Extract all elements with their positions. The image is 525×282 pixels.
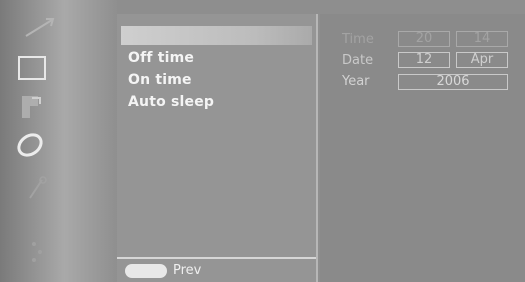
menu-divider [117, 257, 316, 259]
figure-icon[interactable] [18, 92, 44, 122]
menu-panel: Off time On time Auto sleep Prev [117, 14, 318, 282]
menu-item-off-time[interactable]: Off time [128, 50, 194, 66]
prev-label: Prev [173, 263, 202, 278]
menu-item-on-time[interactable]: On time [128, 72, 192, 88]
picture-icon[interactable] [18, 56, 46, 80]
year-label: Year [342, 74, 370, 89]
minute-field[interactable]: 14 [456, 31, 508, 47]
date-label: Date [342, 53, 374, 68]
key-icon[interactable] [24, 174, 50, 202]
prev-button[interactable] [125, 264, 167, 278]
menu-item-selected[interactable] [121, 26, 312, 45]
day-field[interactable]: 12 [398, 52, 450, 68]
settings-panel: Time Date Year 20 14 12 Apr 2006 [320, 14, 525, 282]
month-field[interactable]: Apr [456, 52, 508, 68]
dots-icon[interactable] [28, 238, 48, 266]
osd-screen: Off time On time Auto sleep Prev Time Da… [0, 0, 525, 282]
menu-icon-column [0, 0, 117, 282]
arrow-icon[interactable] [22, 14, 58, 40]
menu-item-auto-sleep[interactable]: Auto sleep [128, 94, 214, 110]
time-label: Time [342, 32, 374, 47]
year-field[interactable]: 2006 [398, 74, 508, 90]
hour-field[interactable]: 20 [398, 31, 450, 47]
ring-icon[interactable] [14, 130, 46, 160]
